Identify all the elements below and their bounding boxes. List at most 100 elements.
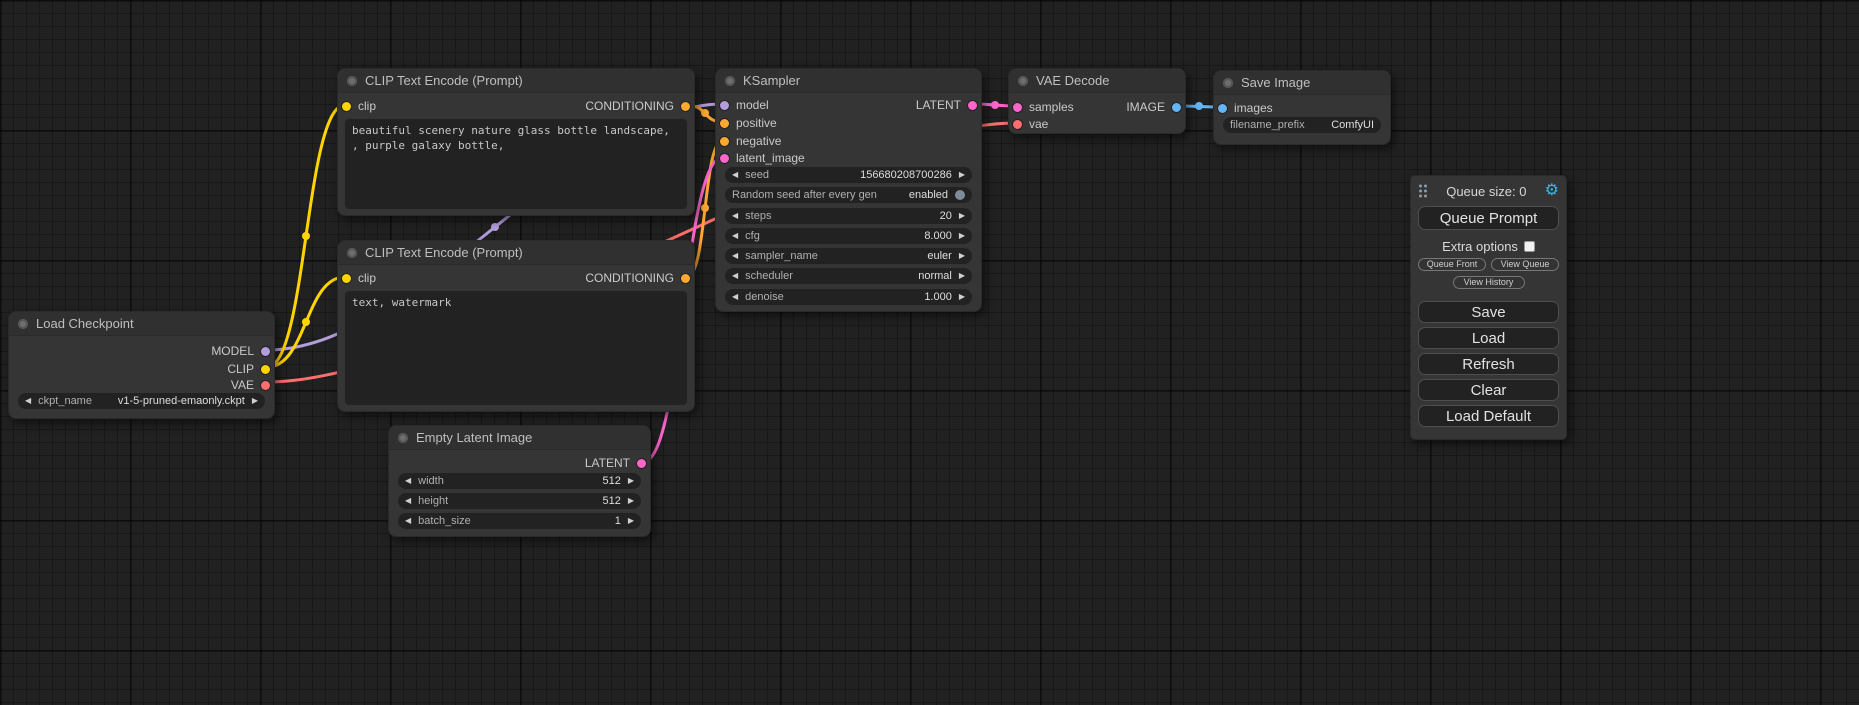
wire-dot-clip-negative[interactable] [302,318,310,326]
node-title-bar[interactable]: VAE Decode [1009,69,1185,93]
output-dot-vae[interactable] [261,381,270,390]
wire-dot-latent-out[interactable] [991,101,999,109]
input-dot-clip[interactable] [342,102,351,111]
extra-options-checkbox[interactable] [1524,241,1535,252]
widget-steps[interactable]: ◀ steps 20 ▶ [725,208,972,224]
prompt-textarea[interactable]: beautiful scenery nature glass bottle la… [345,119,687,209]
arrow-left-icon[interactable]: ◀ [732,272,738,280]
node-title-bar[interactable]: CLIP Text Encode (Prompt) [338,69,694,93]
widget-cfg[interactable]: ◀ cfg 8.000 ▶ [725,228,972,244]
input-dot-vae[interactable] [1013,120,1022,129]
node-load-checkpoint[interactable]: Load Checkpoint MODEL CLIP VAE ◀ ckpt_na… [8,311,275,419]
arrow-right-icon[interactable]: ▶ [252,397,258,405]
node-title-bar[interactable]: Save Image [1214,71,1390,95]
output-dot-image[interactable] [1172,103,1181,112]
collapse-dot[interactable] [18,319,28,329]
node-save-image[interactable]: Save Image images filename_prefix ComfyU… [1213,70,1391,145]
arrow-right-icon[interactable]: ▶ [628,497,634,505]
widget-scheduler[interactable]: ◀ scheduler normal ▶ [725,268,972,284]
arrow-left-icon[interactable]: ◀ [732,293,738,301]
arrow-left-icon[interactable]: ◀ [405,517,411,525]
output-dot-latent[interactable] [637,459,646,468]
wire-dot-image[interactable] [1195,102,1203,110]
widget-ckpt-name[interactable]: ◀ ckpt_name v1-5-pruned-emaonly.ckpt ▶ [18,393,265,409]
widget-width[interactable]: ◀ width 512 ▶ [398,473,641,489]
arrow-right-icon[interactable]: ▶ [959,293,965,301]
slot-label: images [1234,101,1273,115]
queue-prompt-button[interactable]: Queue Prompt [1418,206,1559,230]
view-history-button[interactable]: View History [1453,276,1525,289]
output-dot-conditioning[interactable] [681,102,690,111]
collapse-dot[interactable] [1223,78,1233,88]
output-dot-conditioning[interactable] [681,274,690,283]
arrow-left-icon[interactable]: ◀ [405,497,411,505]
arrow-right-icon[interactable]: ▶ [959,252,965,260]
toggle-knob[interactable] [955,190,965,200]
wire-dot-conditioning-positive[interactable] [701,109,709,117]
arrow-right-icon[interactable]: ▶ [628,477,634,485]
clear-button[interactable]: Clear [1418,379,1559,401]
drag-handle-icon[interactable] [1418,184,1428,198]
node-title-bar[interactable]: CLIP Text Encode (Prompt) [338,241,694,265]
input-dot-image[interactable] [1218,104,1227,113]
input-slot-negative: negative [720,132,781,150]
arrow-right-icon[interactable]: ▶ [959,171,965,179]
arrow-right-icon[interactable]: ▶ [959,272,965,280]
wire-dot-clip-positive[interactable] [302,232,310,240]
node-ksampler[interactable]: KSampler model positive negative latent_… [715,68,982,312]
widget-filename-prefix[interactable]: filename_prefix ComfyUI [1223,117,1381,133]
wire-dot-conditioning-negative[interactable] [701,204,709,212]
collapse-dot[interactable] [1018,76,1028,86]
input-dot-model[interactable] [720,101,729,110]
arrow-left-icon[interactable]: ◀ [732,212,738,220]
arrow-left-icon[interactable]: ◀ [732,171,738,179]
widget-denoise[interactable]: ◀ denoise 1.000 ▶ [725,289,972,305]
arrow-right-icon[interactable]: ▶ [628,517,634,525]
output-dot-model[interactable] [261,347,270,356]
node-title-bar[interactable]: KSampler [716,69,981,93]
node-clip-text-encode-positive[interactable]: CLIP Text Encode (Prompt) clip CONDITION… [337,68,695,216]
widget-batch-size[interactable]: ◀ batch_size 1 ▶ [398,513,641,529]
output-dot-latent[interactable] [968,101,977,110]
node-vae-decode[interactable]: VAE Decode samples vae IMAGE [1008,68,1186,134]
wire-dot-model[interactable] [491,223,499,231]
input-dot-conditioning[interactable] [720,137,729,146]
collapse-dot[interactable] [398,433,408,443]
widget-value: 1 [615,515,621,527]
node-title-bar[interactable]: Empty Latent Image [389,426,650,450]
node-title-bar[interactable]: Load Checkpoint [9,312,274,336]
view-history-row: View History [1418,276,1559,289]
arrow-right-icon[interactable]: ▶ [959,232,965,240]
collapse-dot[interactable] [347,248,357,258]
input-dot-latent[interactable] [1013,103,1022,112]
input-dot-conditioning[interactable] [720,119,729,128]
save-button[interactable]: Save [1418,301,1559,323]
prompt-textarea[interactable]: text, watermark [345,291,687,405]
slot-label: latent_image [736,151,805,165]
refresh-button[interactable]: Refresh [1418,353,1559,375]
arrow-left-icon[interactable]: ◀ [732,252,738,260]
input-slot-positive: positive [720,114,777,132]
input-dot-latent[interactable] [720,154,729,163]
widget-sampler-name[interactable]: ◀ sampler_name euler ▶ [725,248,972,264]
queue-front-button[interactable]: Queue Front [1418,258,1486,271]
collapse-dot[interactable] [347,76,357,86]
view-queue-button[interactable]: View Queue [1491,258,1559,271]
load-button[interactable]: Load [1418,327,1559,349]
graph-canvas[interactable]: Load Checkpoint MODEL CLIP VAE ◀ ckpt_na… [0,0,1859,705]
load-default-button[interactable]: Load Default [1418,405,1559,427]
collapse-dot[interactable] [725,76,735,86]
widget-random-seed-toggle[interactable]: Random seed after every gen enabled [725,187,972,203]
arrow-left-icon[interactable]: ◀ [25,397,31,405]
arrow-right-icon[interactable]: ▶ [959,212,965,220]
widget-label: scheduler [745,270,793,282]
node-clip-text-encode-negative[interactable]: CLIP Text Encode (Prompt) clip CONDITION… [337,240,695,412]
widget-height[interactable]: ◀ height 512 ▶ [398,493,641,509]
output-dot-clip[interactable] [261,365,270,374]
arrow-left-icon[interactable]: ◀ [732,232,738,240]
widget-seed[interactable]: ◀ seed 156680208700286 ▶ [725,167,972,183]
input-dot-clip[interactable] [342,274,351,283]
node-empty-latent-image[interactable]: Empty Latent Image LATENT ◀ width 512 ▶ … [388,425,651,537]
settings-gear-icon[interactable]: ⚙ [1545,183,1559,199]
arrow-left-icon[interactable]: ◀ [405,477,411,485]
